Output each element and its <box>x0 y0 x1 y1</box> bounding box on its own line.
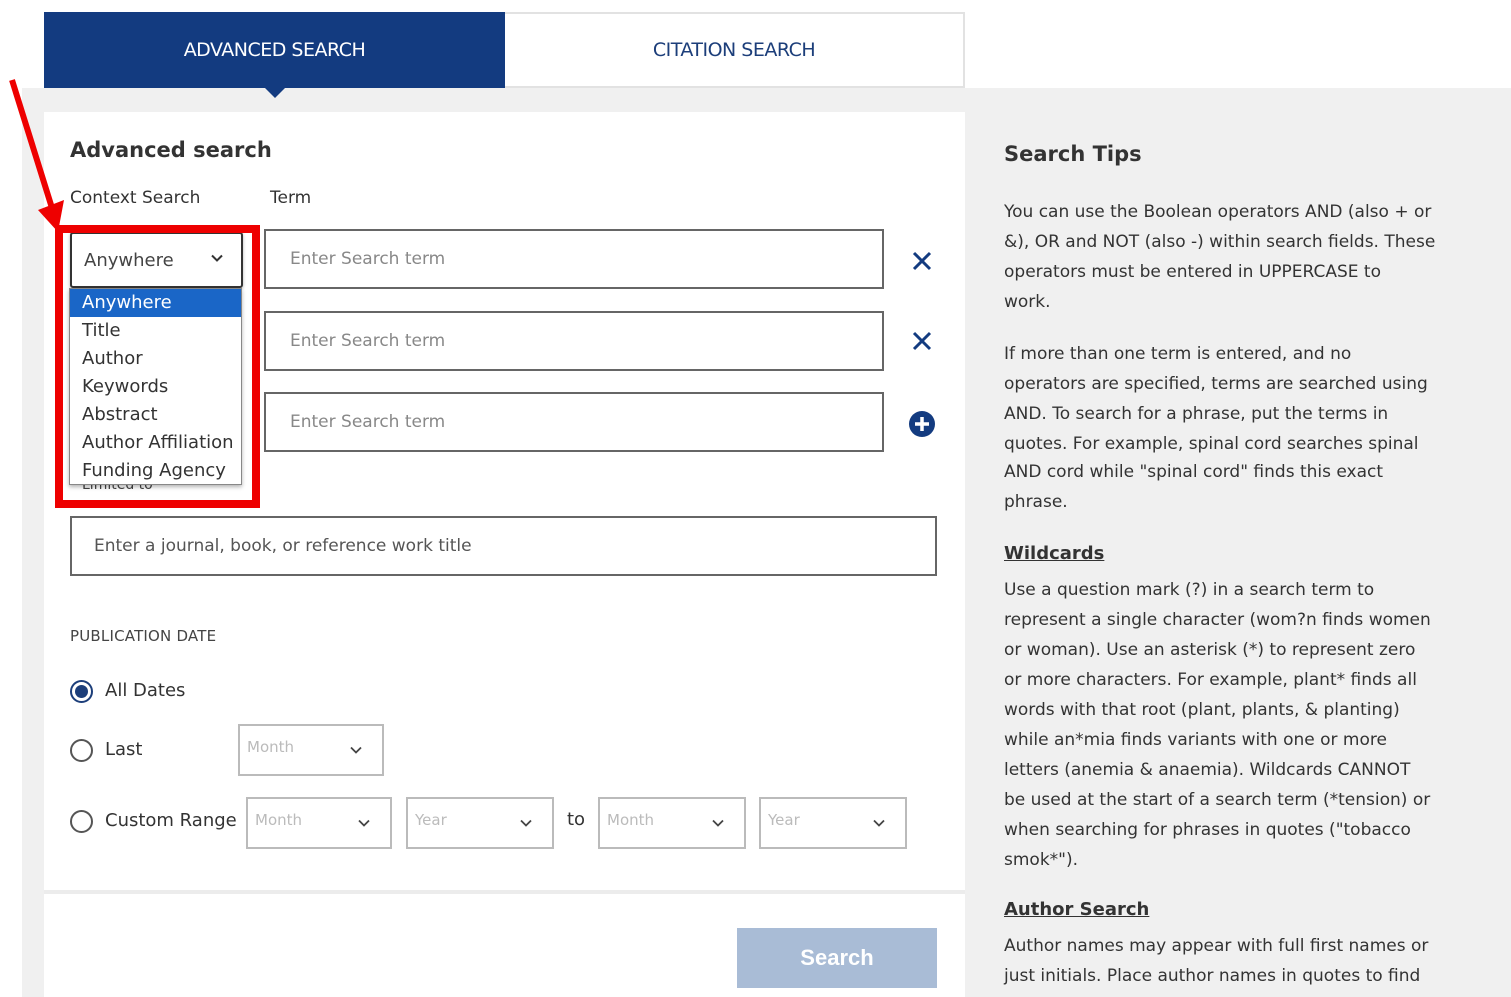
search-term-placeholder: Enter Search term <box>290 331 446 351</box>
chevron-down-icon <box>358 819 370 827</box>
radio-last[interactable] <box>70 739 93 762</box>
tip-text-line: If more than one term is entered, and no <box>1004 344 1352 364</box>
tip-text-line: represent a single character (wom?n find… <box>1004 610 1431 630</box>
wildcards-heading-link[interactable]: Wildcards <box>1004 543 1104 564</box>
last-month-placeholder: Month <box>247 738 295 756</box>
tip-text-line: when searching for phrases in quotes ("t… <box>1004 820 1411 840</box>
radio-custom-range-label: Custom Range <box>105 810 237 831</box>
search-term-input-3[interactable]: Enter Search term <box>264 392 884 452</box>
chevron-down-icon <box>350 746 362 754</box>
tip-text-line: operators are specified, terms are searc… <box>1004 374 1428 394</box>
tip-text-line: work. <box>1004 292 1051 312</box>
tip-text-line: or more characters. For example, plant* … <box>1004 670 1417 690</box>
custom-end-month-select[interactable]: Month <box>598 797 746 849</box>
radio-custom-range[interactable] <box>70 810 93 833</box>
tip-text-line: or woman). Use an asterisk (*) to repres… <box>1004 640 1416 660</box>
term-label: Term <box>270 188 312 208</box>
add-row-plus-icon[interactable] <box>908 410 936 438</box>
search-term-placeholder: Enter Search term <box>290 249 446 269</box>
highlight-annotation-box <box>55 225 260 508</box>
journal-title-input[interactable]: Enter a journal, book, or reference work… <box>70 516 937 576</box>
tip-text-line: letters (anemia & anaemia). Wildcards CA… <box>1004 760 1411 780</box>
end-month-placeholder: Month <box>607 811 655 829</box>
journal-title-placeholder: Enter a journal, book, or reference work… <box>94 536 472 556</box>
search-term-input-1[interactable]: Enter Search term <box>264 229 884 289</box>
start-year-placeholder: Year <box>415 811 447 829</box>
search-tips-title: Search Tips <box>1004 142 1142 166</box>
radio-last-label: Last <box>105 739 143 760</box>
chevron-down-icon <box>520 819 532 827</box>
remove-row-close-icon[interactable] <box>909 248 935 274</box>
tab-advanced-search-label: ADVANCED SEARCH <box>183 39 366 61</box>
tip-text-line: phrase. <box>1004 492 1068 512</box>
form-title: Advanced search <box>70 138 272 162</box>
tip-text-line: AND. To search for a phrase, put the ter… <box>1004 404 1389 424</box>
tab-citation-search[interactable]: CITATION SEARCH <box>505 12 965 88</box>
tip-text-line: &), OR and NOT (also -) within search fi… <box>1004 232 1436 252</box>
tip-text-line: quotes. For example, spinal cord searche… <box>1004 434 1419 454</box>
author-search-heading-link[interactable]: Author Search <box>1004 899 1149 920</box>
tab-advanced-search[interactable]: ADVANCED SEARCH <box>44 12 505 98</box>
last-month-select[interactable]: Month <box>238 724 384 776</box>
radio-all-dates-label: All Dates <box>105 680 186 701</box>
custom-start-month-select[interactable]: Month <box>246 797 392 849</box>
search-button[interactable]: Search <box>737 928 937 988</box>
radio-all-dates[interactable] <box>70 680 93 703</box>
search-term-placeholder: Enter Search term <box>290 412 446 432</box>
tip-text-line: smok*"). <box>1004 850 1079 870</box>
tip-text-line: AND cord while "spinal cord" finds this … <box>1004 462 1384 482</box>
tip-text-line: Use a question mark (?) in a search term… <box>1004 580 1375 600</box>
tip-text-line: Author names may appear with full first … <box>1004 936 1429 956</box>
context-search-label: Context Search <box>70 188 201 208</box>
custom-start-year-select[interactable]: Year <box>406 797 554 849</box>
chevron-down-icon <box>873 819 885 827</box>
tab-citation-search-label: CITATION SEARCH <box>652 39 816 61</box>
end-year-placeholder: Year <box>768 811 800 829</box>
annotation-arrow-icon <box>9 79 64 232</box>
tip-text-line: just initials. Place author names in quo… <box>1004 966 1421 986</box>
tip-text-line: words with that root (plant, plants, & p… <box>1004 700 1400 720</box>
tip-text-line: while an*mia finds variants with one or … <box>1004 730 1387 750</box>
tip-text-line: You can use the Boolean operators AND (a… <box>1004 202 1432 222</box>
custom-end-year-select[interactable]: Year <box>759 797 907 849</box>
active-tab-indicator <box>264 87 286 98</box>
chevron-down-icon <box>712 819 724 827</box>
range-to-label: to <box>567 809 586 830</box>
search-term-input-2[interactable]: Enter Search term <box>264 311 884 371</box>
tip-text-line: operators must be entered in UPPERCASE t… <box>1004 262 1381 282</box>
start-month-placeholder: Month <box>255 811 303 829</box>
tip-text-line: be used at the start of a search term (*… <box>1004 790 1431 810</box>
remove-row-close-icon[interactable] <box>909 328 935 354</box>
publication-date-title: PUBLICATION DATE <box>70 627 217 645</box>
form-footer-divider <box>44 890 965 894</box>
